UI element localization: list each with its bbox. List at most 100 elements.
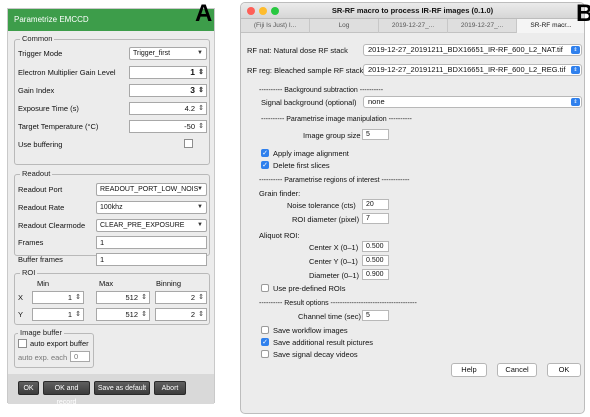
save-workflow-checkbox[interactable]: [261, 326, 269, 334]
channel-time-input[interactable]: 5: [362, 310, 389, 321]
abort-button[interactable]: Abort: [154, 381, 186, 395]
buffer-frames-label: Buffer frames: [18, 255, 63, 264]
common-group-title: Common: [20, 34, 55, 43]
ok-and-record-button[interactable]: OK and record: [43, 381, 90, 406]
signal-background-select[interactable]: none ⇕: [363, 96, 582, 108]
readout-port-label: Readout Port: [18, 185, 63, 194]
save-workflow-label: Save workflow images: [273, 326, 348, 335]
diameter-label: Diameter (0–1): [309, 271, 360, 280]
tab-log[interactable]: Log: [310, 19, 379, 33]
tab-image-2[interactable]: 2019-12-27_...: [448, 19, 517, 33]
readout-clearmode-select[interactable]: CLEAR_PRE_EXPOSURE ▼: [96, 219, 207, 232]
center-x-input[interactable]: 0.500: [362, 241, 389, 252]
roi-y-label: Y: [18, 310, 24, 319]
spinner-arrows-icon[interactable]: ⇕: [198, 308, 204, 321]
apply-alignment-label: Apply image alignment: [273, 149, 349, 158]
roi-x-label: X: [18, 293, 24, 302]
save-decay-checkbox[interactable]: [261, 350, 269, 358]
readout-port-select[interactable]: READOUT_PORT_LOW_NOIS ▼: [96, 183, 207, 196]
grain-finder-label: Grain finder:: [259, 189, 301, 198]
diameter-input[interactable]: 0.900: [362, 269, 389, 280]
readout-rate-select[interactable]: 100khz ▼: [96, 201, 207, 214]
center-y-input[interactable]: 0.500: [362, 255, 389, 266]
panel-a-letter: A: [195, 0, 213, 27]
frames-label: Frames: [18, 238, 44, 247]
auto-exp-each-input[interactable]: 0: [70, 351, 90, 362]
buffering-checkbox[interactable]: [184, 139, 193, 148]
cancel-button[interactable]: Cancel: [497, 363, 537, 377]
roi-y-max-spinner[interactable]: 512 ⇕: [96, 308, 150, 321]
gain-index-value: 3: [190, 85, 195, 95]
roi-y-min-value: 1: [67, 310, 72, 319]
tab-image-1[interactable]: 2019-12-27_...: [379, 19, 448, 33]
dialog-title: Parametrize EMCCD: [8, 9, 214, 31]
trigger-mode-select[interactable]: Trigger_first ▼: [129, 47, 207, 60]
buffer-frames-input[interactable]: 1: [96, 253, 207, 266]
result-section-header: ---------- Result options --------------…: [259, 300, 417, 307]
noise-tolerance-input[interactable]: 20: [362, 199, 389, 210]
spinner-arrows-icon[interactable]: ⇕: [141, 308, 147, 321]
roi-x-bin-spinner[interactable]: 2 ⇕: [155, 291, 207, 304]
readout-clearmode-value: CLEAR_PRE_EXPOSURE: [100, 222, 185, 229]
roi-y-min-spinner[interactable]: 1 ⇕: [32, 308, 84, 321]
spinner-arrows-icon[interactable]: ⇕: [141, 291, 147, 304]
temperature-value: -50: [184, 122, 195, 131]
ok-button[interactable]: OK: [18, 381, 39, 395]
spinner-arrows-icon[interactable]: ⇕: [198, 120, 204, 133]
roi-col-min: Min: [37, 279, 50, 288]
rf-reg-select[interactable]: 2019-12-27_20191211_BDX16651_IR-RF_600_L…: [363, 64, 582, 76]
tab-fiji[interactable]: (Fiji Is Just) I...: [241, 19, 310, 33]
zoom-icon[interactable]: [271, 7, 279, 15]
roi-x-bin-value: 2: [190, 293, 195, 302]
apply-alignment-checkbox[interactable]: ✓: [261, 149, 269, 157]
regions-section-header: ---------- Parametrise regions of intere…: [259, 177, 410, 184]
rf-reg-label: RF reg: Bleached sample RF stack: [247, 66, 364, 75]
predefined-rois-checkbox[interactable]: [261, 284, 269, 292]
spinner-arrows-icon[interactable]: ⇕: [198, 66, 204, 79]
auto-exp-each-label: auto exp. each: [18, 353, 68, 362]
roi-diameter-label: ROI diameter (pixel): [292, 215, 360, 224]
roi-y-bin-spinner[interactable]: 2 ⇕: [155, 308, 207, 321]
em-gain-spinner[interactable]: 1 ⇕: [129, 66, 207, 79]
tab-sr-rf-macro[interactable]: SR-RF macr...: [517, 19, 584, 33]
close-icon[interactable]: [247, 7, 255, 15]
roi-x-min-spinner[interactable]: 1 ⇕: [32, 291, 84, 304]
ok-button-b[interactable]: OK: [547, 363, 581, 377]
exposure-spinner[interactable]: 4.2 ⇕: [129, 102, 207, 115]
parametrise-image-section-header: ---------- Parametrise image manipulatio…: [261, 116, 412, 123]
readout-group-title: Readout: [20, 169, 53, 178]
background-section-header: ---------- Background subtraction ------…: [259, 87, 384, 94]
frames-input[interactable]: 1: [96, 236, 207, 249]
spinner-arrows-icon[interactable]: ⇕: [75, 308, 81, 321]
rf-nat-label: RF nat: Natural dose RF stack: [247, 46, 348, 55]
gain-index-spinner[interactable]: 3 ⇕: [129, 84, 207, 97]
spinner-arrows-icon[interactable]: ⇕: [198, 291, 204, 304]
help-button[interactable]: Help: [451, 363, 487, 377]
signal-background-value: none: [368, 97, 385, 106]
roi-col-binning: Binning: [156, 279, 182, 288]
minimize-icon[interactable]: [259, 7, 267, 15]
readout-port-value: READOUT_PORT_LOW_NOIS: [100, 186, 199, 193]
spinner-arrows-icon[interactable]: ⇕: [198, 102, 204, 115]
temperature-spinner[interactable]: -50 ⇕: [129, 120, 207, 133]
save-as-default-button[interactable]: Save as default: [94, 381, 150, 395]
group-size-label: Image group size: [303, 131, 361, 140]
window-title: SR-RF macro to process IR-RF images (0.1…: [331, 6, 494, 15]
chevron-updown-icon: ⇕: [571, 46, 580, 54]
save-decay-label: Save signal decay videos: [273, 350, 358, 359]
group-size-input[interactable]: 5: [362, 129, 389, 140]
rf-nat-select[interactable]: 2019-12-27_20191211_BDX16651_IR-RF_600_L…: [363, 44, 582, 56]
save-additional-checkbox[interactable]: ✓: [261, 338, 269, 346]
delete-first-checkbox[interactable]: ✓: [261, 161, 269, 169]
exposure-label: Exposure Time (s): [18, 104, 79, 113]
spinner-arrows-icon[interactable]: ⇕: [198, 84, 204, 97]
spinner-arrows-icon[interactable]: ⇕: [75, 291, 81, 304]
readout-rate-label: Readout Rate: [18, 203, 65, 212]
roi-diameter-input[interactable]: 7: [362, 213, 389, 224]
roi-x-max-value: 512: [125, 293, 138, 302]
chevron-down-icon: ▼: [197, 204, 203, 210]
auto-export-checkbox[interactable]: [18, 339, 27, 348]
roi-x-max-spinner[interactable]: 512 ⇕: [96, 291, 150, 304]
channel-time-label: Channel time (sec): [298, 312, 361, 321]
aliquot-roi-label: Aliquot ROI:: [259, 231, 300, 240]
